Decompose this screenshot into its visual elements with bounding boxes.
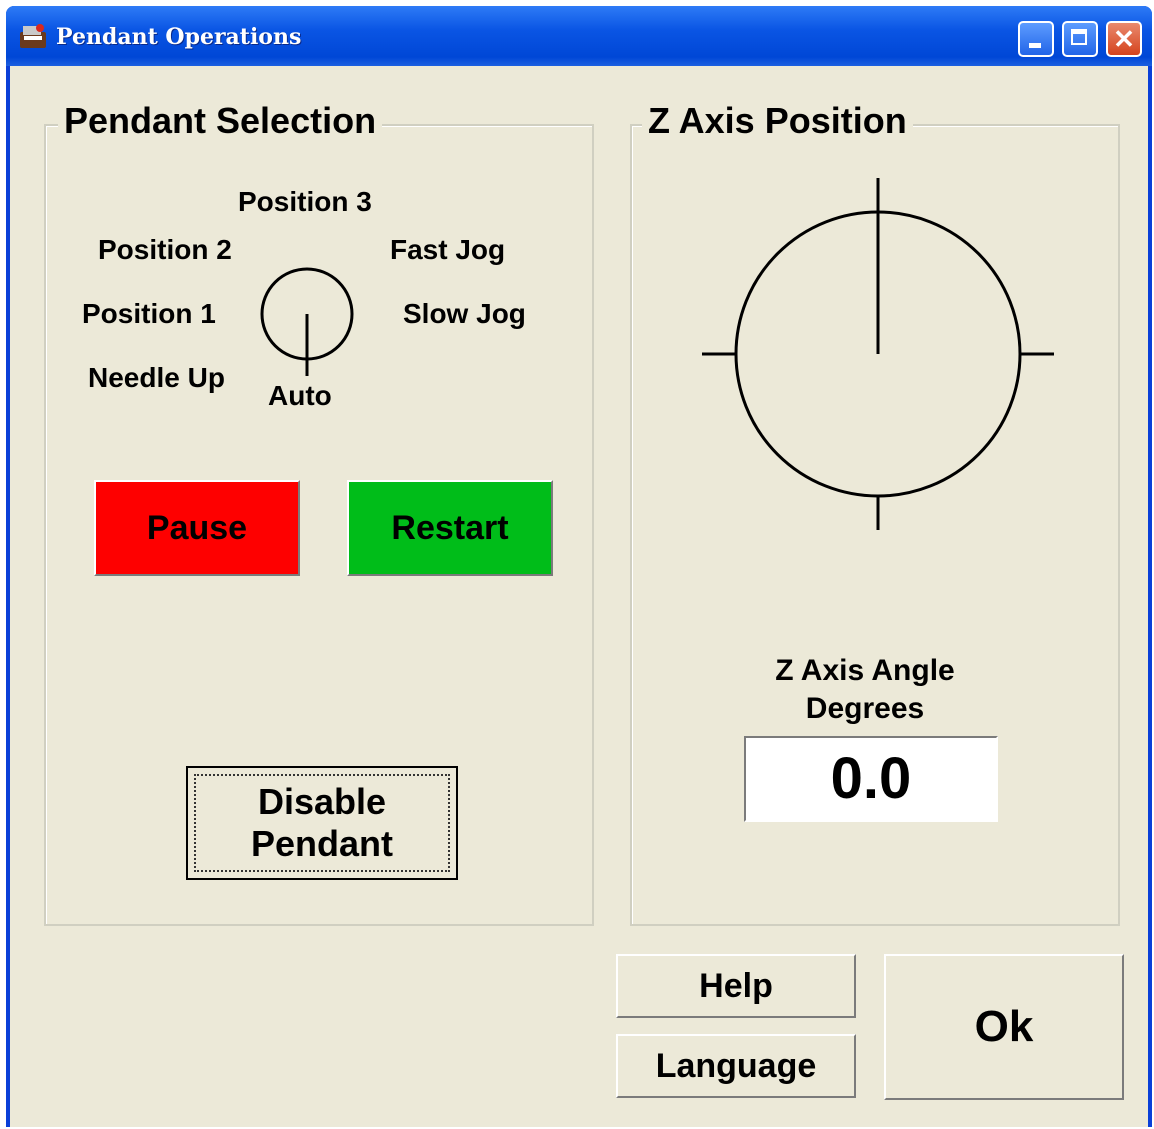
- z-axis-position-title: Z Axis Position: [642, 100, 913, 142]
- angle-label-line1: Z Axis Angle: [775, 654, 955, 687]
- maximize-icon: [1071, 29, 1087, 45]
- position-1-label[interactable]: Position 1: [82, 298, 216, 330]
- pendant-operations-window: Pendant Operations ✕ Pendant Selection P…: [6, 6, 1152, 1127]
- minimize-button[interactable]: [1018, 21, 1054, 57]
- slow-jog-label[interactable]: Slow Jog: [403, 298, 526, 330]
- disable-label-line2: Pendant: [250, 823, 393, 864]
- disable-pendant-button[interactable]: Disable Pendant: [186, 766, 458, 880]
- title-bar[interactable]: Pendant Operations ✕: [6, 6, 1152, 66]
- auto-label[interactable]: Auto: [268, 380, 332, 412]
- minimize-icon: [1029, 43, 1041, 48]
- position-3-label[interactable]: Position 3: [238, 186, 372, 218]
- close-icon: ✕: [1113, 24, 1135, 54]
- focus-rect: Disable Pendant: [194, 774, 450, 872]
- pendant-selection-title: Pendant Selection: [58, 100, 383, 142]
- z-axis-angle-value: 0.0: [744, 736, 998, 822]
- angle-label-line2: Degrees: [805, 692, 925, 725]
- help-button[interactable]: Help: [616, 954, 856, 1018]
- pendant-selector-knob[interactable]: [260, 266, 356, 376]
- needle-up-label[interactable]: Needle Up: [88, 362, 225, 394]
- dialog-client-area: Pendant Selection Position 3 Position 2 …: [10, 66, 1148, 1127]
- z-axis-angle-label: Z Axis Angle Degrees: [730, 652, 1000, 728]
- app-icon: [20, 24, 46, 48]
- close-button[interactable]: ✕: [1106, 21, 1142, 57]
- fast-jog-label[interactable]: Fast Jog: [390, 234, 505, 266]
- pause-button[interactable]: Pause: [94, 480, 300, 576]
- language-button[interactable]: Language: [616, 1034, 856, 1098]
- restart-button[interactable]: Restart: [347, 480, 553, 576]
- disable-label-line1: Disable: [257, 781, 387, 822]
- maximize-button[interactable]: [1062, 21, 1098, 57]
- window-title: Pendant Operations: [56, 24, 302, 50]
- ok-button[interactable]: Ok: [884, 954, 1124, 1100]
- z-axis-dial: [702, 178, 1054, 530]
- position-2-label[interactable]: Position 2: [98, 234, 232, 266]
